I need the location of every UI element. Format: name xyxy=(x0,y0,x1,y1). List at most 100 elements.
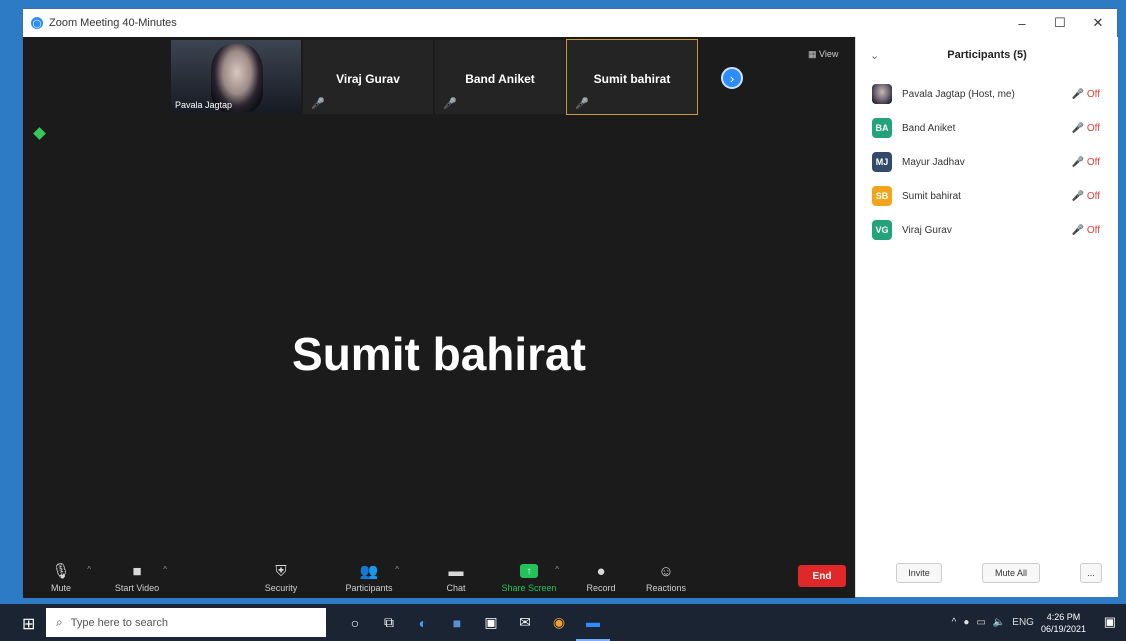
mute-label: Mute xyxy=(50,583,71,593)
share-screen-label: Share Screen xyxy=(501,583,557,593)
maximize-button[interactable]: ☐ xyxy=(1041,9,1079,37)
mute-all-button[interactable]: Mute All xyxy=(982,563,1040,583)
security-button[interactable]: ⛨ Security xyxy=(253,557,309,598)
share-screen-icon: ↑ xyxy=(520,564,538,578)
participants-icon: 👥 xyxy=(359,563,379,580)
participant-row[interactable]: BA Band Aniket 🎤 Off xyxy=(856,111,1118,145)
view-label: View xyxy=(819,49,839,59)
chrome-icon[interactable]: ◉ xyxy=(542,604,576,641)
participant-row[interactable]: Pavala Jagtap (Host, me) 🎤 Off xyxy=(856,77,1118,111)
thumbnail-sumit[interactable]: Sumit bahirat 🎤 xyxy=(566,39,698,115)
muted-mic-icon[interactable]: 🎤 Off xyxy=(1072,89,1100,100)
mail-icon[interactable]: ✉ xyxy=(508,604,542,641)
panel-header: ⌄ Participants (5) xyxy=(856,37,1118,73)
taskbar-apps: ○ ⧉ ◐ ■ ▣ ✉ ◉ ▬ xyxy=(338,604,610,641)
network-icon[interactable]: ▭ xyxy=(976,617,985,628)
muted-mic-icon: 🎤 xyxy=(443,98,457,110)
muted-mic-icon[interactable]: 🎤 Off xyxy=(1072,225,1100,236)
microphone-icon: 🎙 xyxy=(51,563,71,580)
share-screen-button[interactable]: ↑ Share Screen ^ xyxy=(501,557,559,598)
reactions-button[interactable]: ☺ Reactions xyxy=(638,557,694,598)
participant-name: Pavala Jagtap (Host, me) xyxy=(902,88,1015,100)
thumbnail-name: Band Aniket xyxy=(465,72,535,86)
meeting-toolbar: 🎙 Mute ^ ■ Start Video ^ ⛨ Security 👥 Pa… xyxy=(23,557,855,598)
window-title: Zoom Meeting 40-Minutes xyxy=(49,17,177,29)
participants-label: Participants xyxy=(345,583,393,593)
store-icon[interactable]: ▣ xyxy=(474,604,508,641)
security-label: Security xyxy=(264,583,298,593)
chevron-up-icon[interactable]: ^ xyxy=(395,565,399,574)
mute-button[interactable]: 🎙 Mute ^ xyxy=(33,557,91,598)
thumbnail-name: Pavala Jagtap xyxy=(175,100,233,110)
thumbnail-viraj[interactable]: Viraj Gurav 🎤 xyxy=(302,39,434,115)
chevron-up-icon[interactable]: ^ xyxy=(555,565,559,574)
taskbar-clock[interactable]: 4:26 PM 06/19/2021 xyxy=(1041,611,1086,635)
muted-mic-icon[interactable]: 🎤 Off xyxy=(1072,191,1100,202)
windows-taskbar: ⊞ ⌕ Type here to search ○ ⧉ ◐ ■ ▣ ✉ ◉ ▬ … xyxy=(0,604,1126,641)
chevron-up-icon[interactable]: ^ xyxy=(952,617,957,628)
chat-button[interactable]: ▬ Chat xyxy=(428,557,484,598)
file-explorer-icon[interactable]: ■ xyxy=(440,604,474,641)
encryption-icon[interactable] xyxy=(33,127,46,140)
chat-label: Chat xyxy=(446,583,466,593)
more-button[interactable]: ... xyxy=(1080,563,1102,583)
participants-button[interactable]: 👥 Participants ^ xyxy=(341,557,399,598)
avatar xyxy=(872,84,892,104)
thumbnail-name: Sumit bahirat xyxy=(593,72,671,86)
tray-app-icon[interactable]: ● xyxy=(963,617,969,628)
volume-icon[interactable]: 🔈 xyxy=(993,617,1005,628)
muted-mic-icon: 🎤 xyxy=(311,98,325,110)
participant-name: Band Aniket xyxy=(902,122,956,134)
search-icon: ⌕ xyxy=(56,615,63,629)
chevron-up-icon[interactable]: ^ xyxy=(163,565,167,574)
panel-footer: Invite Mute All ... xyxy=(856,561,1118,585)
muted-mic-icon[interactable]: 🎤 Off xyxy=(1072,123,1100,134)
invite-button[interactable]: Invite xyxy=(896,563,942,583)
thumbnail-strip: Pavala Jagtap Viraj Gurav 🎤 Band Aniket … xyxy=(170,39,698,117)
edge-icon[interactable]: ◐ xyxy=(406,604,440,641)
close-button[interactable]: ✕ xyxy=(1079,9,1117,37)
end-meeting-button[interactable]: End xyxy=(798,565,846,587)
video-icon: ■ xyxy=(132,562,142,580)
participant-row[interactable]: SB Sumit bahirat 🎤 Off xyxy=(856,179,1118,213)
start-video-button[interactable]: ■ Start Video ^ xyxy=(109,557,167,598)
participant-name: Mayur Jadhav xyxy=(902,156,965,168)
active-speaker-name: Sumit bahirat xyxy=(292,328,586,380)
thumbnail-pavala[interactable]: Pavala Jagtap xyxy=(170,39,302,115)
windows-start-icon[interactable]: ⊞ xyxy=(22,614,35,634)
muted-mic-icon: 🎤 xyxy=(575,98,589,110)
clock-date: 06/19/2021 xyxy=(1040,623,1086,634)
clock-time: 4:26 PM xyxy=(1046,611,1081,622)
video-stage: Pavala Jagtap Viraj Gurav 🎤 Band Aniket … xyxy=(23,37,855,557)
participant-name: Viraj Gurav xyxy=(902,224,952,236)
reactions-label: Reactions xyxy=(645,583,687,593)
title-bar: ◯ Zoom Meeting 40-Minutes – ☐ ✕ xyxy=(23,9,1117,37)
zoom-taskbar-icon[interactable]: ▬ xyxy=(576,604,610,641)
minimize-button[interactable]: – xyxy=(1003,9,1041,37)
system-tray: ^ ● ▭ 🔈 ENG 4:26 PM 06/19/2021 xyxy=(952,604,1086,641)
notification-icon[interactable]: ▣ xyxy=(1104,614,1116,630)
language-icon[interactable]: ENG xyxy=(1012,617,1034,628)
participant-row[interactable]: VG Viraj Gurav 🎤 Off xyxy=(856,213,1118,247)
participant-name: Sumit bahirat xyxy=(902,190,961,202)
collapse-panel-icon[interactable]: ⌄ xyxy=(870,49,879,62)
record-label: Record xyxy=(586,583,616,593)
taskbar-search[interactable]: ⌕ Type here to search xyxy=(46,608,326,637)
participant-row[interactable]: MJ Mayur Jadhav 🎤 Off xyxy=(856,145,1118,179)
muted-mic-icon[interactable]: 🎤 Off xyxy=(1072,157,1100,168)
window-controls: – ☐ ✕ xyxy=(1003,9,1117,37)
thumbnail-name: Viraj Gurav xyxy=(336,72,400,86)
thumbnail-band[interactable]: Band Aniket 🎤 xyxy=(434,39,566,115)
zoom-window: ◯ Zoom Meeting 40-Minutes – ☐ ✕ Pavala J… xyxy=(22,8,1118,598)
next-page-button[interactable]: › xyxy=(721,67,743,89)
avatar: SB xyxy=(872,186,892,206)
cortana-icon[interactable]: ○ xyxy=(338,604,372,641)
start-video-label: Start Video xyxy=(114,583,160,593)
search-input[interactable]: Type here to search xyxy=(71,617,168,629)
view-button[interactable]: ▦ View xyxy=(808,49,838,60)
record-button[interactable]: ● Record xyxy=(573,557,629,598)
chevron-up-icon[interactable]: ^ xyxy=(87,565,91,574)
avatar: VG xyxy=(872,220,892,240)
task-view-icon[interactable]: ⧉ xyxy=(372,604,406,641)
participant-list: Pavala Jagtap (Host, me) 🎤 Off BA Band A… xyxy=(856,77,1118,247)
